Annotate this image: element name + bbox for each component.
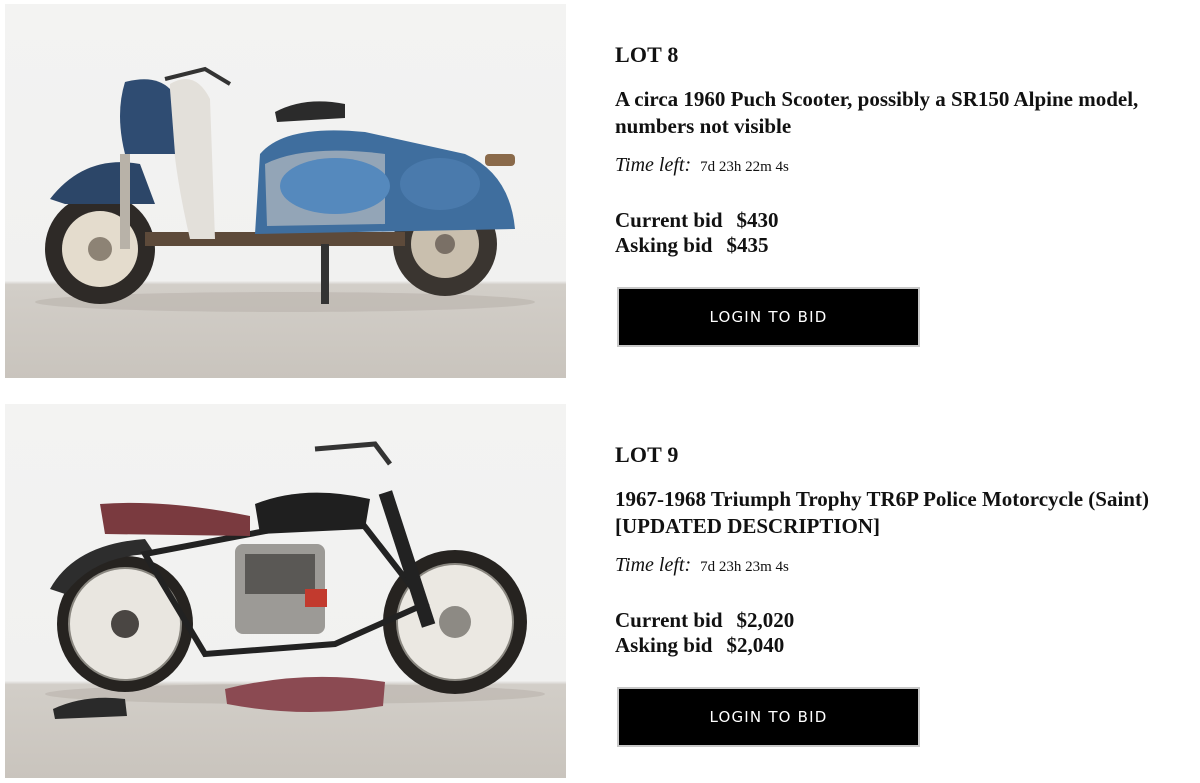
lot-photo[interactable]: [5, 404, 566, 778]
time-left-value: 7d 23h 23m 4s: [700, 559, 789, 575]
asking-bid-label: Asking bid: [615, 633, 713, 657]
current-bid-label: Current bid: [615, 608, 723, 632]
time-left-value: 7d 23h 22m 4s: [700, 159, 789, 175]
current-bid-row: Current bid $430: [615, 208, 779, 233]
scooter-photo-illustration: [35, 66, 535, 312]
asking-bid-label: Asking bid: [615, 233, 713, 257]
bid-summary: Current bid $430 Asking bid $435: [615, 208, 779, 258]
lot-number: LOT 8: [615, 42, 679, 67]
lot-card: LOT 8 A circa 1960 Puch Scooter, possibl…: [0, 4, 1200, 378]
asking-bid-value: $435: [726, 233, 769, 257]
current-bid-row: Current bid $2,020: [615, 608, 794, 633]
current-bid-value: $2,020: [736, 608, 795, 632]
lot-title[interactable]: 1967-1968 Triumph Trophy TR6P Police Mot…: [615, 486, 1200, 540]
lot-card: LOT 9 1967-1968 Triumph Trophy TR6P Poli…: [0, 404, 1200, 778]
time-left: Time left: 7d 23h 22m 4s: [615, 154, 789, 177]
asking-bid-row: Asking bid $2,040: [615, 633, 794, 658]
lot-number: LOT 9: [615, 442, 679, 467]
time-left-label: Time left:: [615, 154, 692, 176]
asking-bid-row: Asking bid $435: [615, 233, 779, 258]
lot-title[interactable]: A circa 1960 Puch Scooter, possibly a SR…: [615, 86, 1200, 140]
asking-bid-value: $2,040: [726, 633, 785, 657]
time-left-label: Time left:: [615, 554, 692, 576]
login-to-bid-button[interactable]: LOGIN TO BID: [617, 687, 920, 747]
login-to-bid-button[interactable]: LOGIN TO BID: [617, 287, 920, 347]
bid-summary: Current bid $2,020 Asking bid $2,040: [615, 608, 794, 658]
current-bid-label: Current bid: [615, 208, 723, 232]
motorcycle-photo-illustration: [45, 441, 545, 719]
lot-photo[interactable]: [5, 4, 566, 378]
current-bid-value: $430: [736, 208, 779, 232]
time-left: Time left: 7d 23h 23m 4s: [615, 554, 789, 577]
